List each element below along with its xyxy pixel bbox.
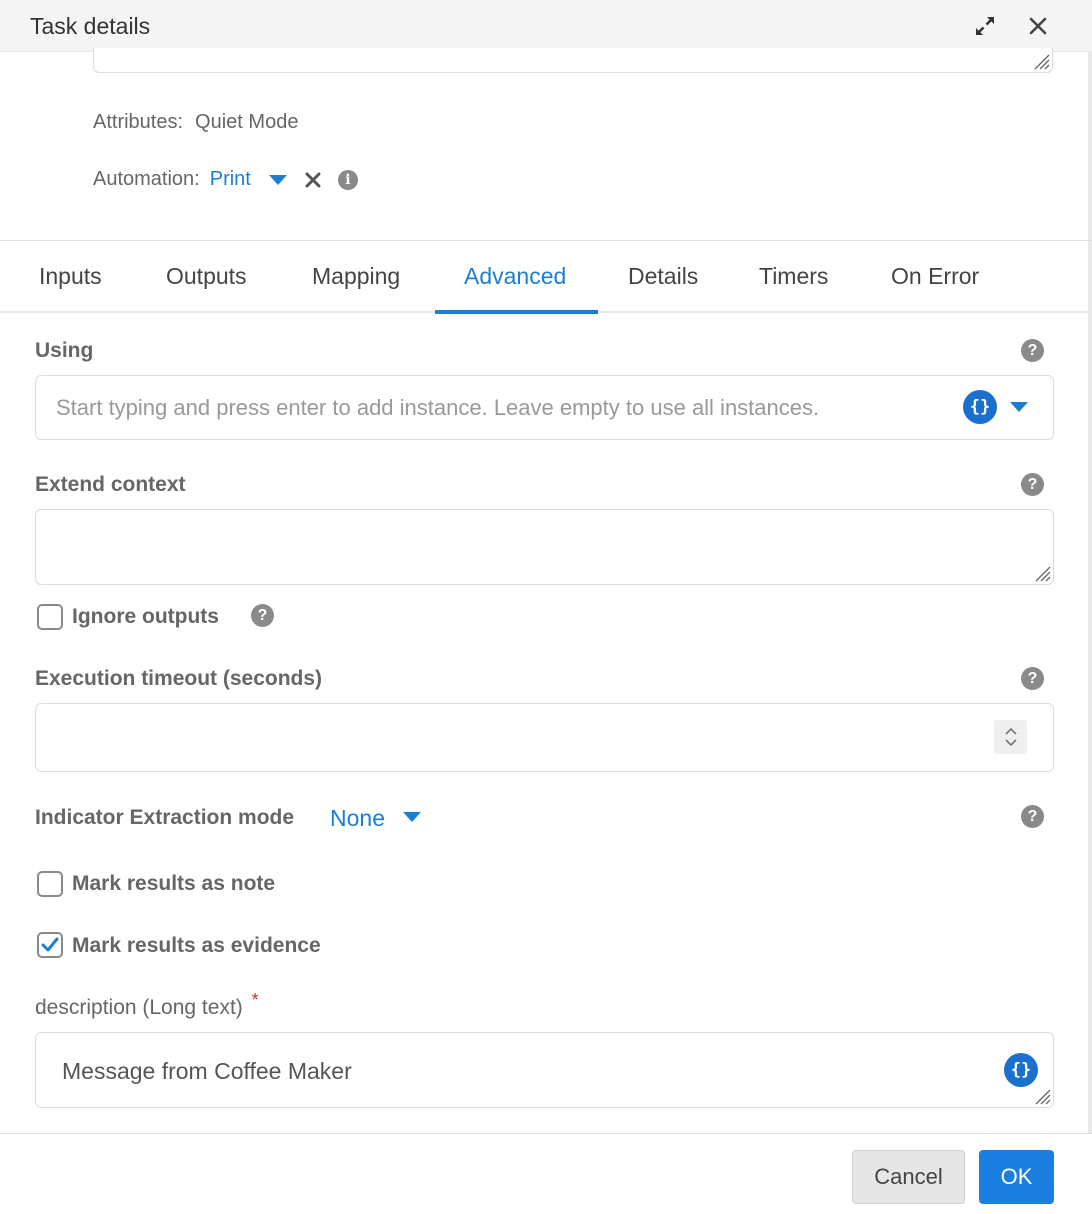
indicator-extraction-label: Indicator Extraction mode xyxy=(35,806,295,829)
attributes-row: Attributes: Quiet Mode xyxy=(93,111,298,134)
cancel-button[interactable]: Cancel xyxy=(852,1150,965,1204)
mark-note-checkbox[interactable] xyxy=(37,871,63,897)
ignore-outputs-label: Ignore outputs xyxy=(72,605,219,628)
using-input[interactable]: Start typing and press enter to add inst… xyxy=(35,375,1054,440)
help-icon[interactable]: ? xyxy=(1021,473,1044,496)
chevron-down-icon[interactable] xyxy=(1010,402,1028,412)
help-icon[interactable]: ? xyxy=(1021,667,1044,690)
attributes-value: Quiet Mode xyxy=(195,111,299,133)
info-icon[interactable]: i xyxy=(337,169,358,190)
mark-evidence-label: Mark results as evidence xyxy=(72,934,321,957)
automation-select[interactable]: Print xyxy=(210,168,251,191)
chevron-down-icon[interactable] xyxy=(403,812,421,822)
tab-outputs[interactable]: Outputs xyxy=(166,263,247,290)
help-icon[interactable]: ? xyxy=(1021,339,1044,362)
tab-bar: Inputs Outputs Mapping Advanced Details … xyxy=(0,240,1092,314)
description-label: description (Long text) * xyxy=(35,990,259,1020)
help-icon[interactable]: ? xyxy=(1021,805,1044,828)
tab-timers[interactable]: Timers xyxy=(759,263,828,290)
chevron-down-icon[interactable] xyxy=(268,174,287,185)
checkmark-icon xyxy=(41,937,59,952)
dialog-header: Task details xyxy=(0,0,1092,52)
description-textarea[interactable]: Message from Coffee Maker {} xyxy=(35,1032,1054,1108)
curly-braces-icon[interactable]: {} xyxy=(963,390,997,424)
expand-icon[interactable] xyxy=(971,12,999,40)
automation-label: Automation: xyxy=(93,168,200,190)
automation-row: Automation: Print i xyxy=(93,168,358,191)
execution-timeout-label: Execution timeout (seconds) xyxy=(35,667,323,690)
indicator-extraction-select[interactable]: None xyxy=(330,805,385,832)
required-marker: * xyxy=(251,990,259,1010)
tab-mapping[interactable]: Mapping xyxy=(312,263,400,290)
mark-note-label: Mark results as note xyxy=(72,872,276,895)
description-value: Message from Coffee Maker xyxy=(62,1058,352,1084)
attributes-label: Attributes: xyxy=(93,111,184,133)
number-stepper[interactable] xyxy=(994,720,1027,754)
using-placeholder: Start typing and press enter to add inst… xyxy=(56,395,820,420)
resize-handle-icon[interactable] xyxy=(1028,48,1050,70)
top-textarea[interactable] xyxy=(93,48,1053,73)
extend-context-textarea[interactable] xyxy=(35,509,1054,585)
tab-advanced[interactable]: Advanced xyxy=(464,263,566,290)
execution-timeout-input[interactable] xyxy=(35,703,1054,772)
description-label-text: description (Long text) xyxy=(35,996,243,1019)
dialog-title: Task details xyxy=(30,13,151,39)
using-label: Using xyxy=(35,339,94,362)
tab-inputs[interactable]: Inputs xyxy=(39,263,102,290)
tab-on-error[interactable]: On Error xyxy=(891,263,979,290)
curly-braces-icon[interactable]: {} xyxy=(1004,1053,1038,1087)
clear-automation-icon[interactable] xyxy=(305,172,321,188)
scrollbar-track[interactable] xyxy=(1088,52,1092,1133)
close-icon[interactable] xyxy=(1024,12,1052,40)
tab-details[interactable]: Details xyxy=(628,263,698,290)
active-tab-indicator xyxy=(435,310,598,314)
dialog-footer: Cancel OK xyxy=(0,1133,1092,1214)
stepper-arrows-icon[interactable] xyxy=(1004,725,1018,749)
mark-evidence-checkbox[interactable] xyxy=(37,932,63,958)
resize-handle-icon[interactable] xyxy=(1029,1083,1051,1105)
resize-handle-icon[interactable] xyxy=(1029,560,1051,582)
extend-context-label: Extend context xyxy=(35,473,186,496)
help-icon[interactable]: ? xyxy=(251,604,274,627)
ignore-outputs-checkbox[interactable] xyxy=(37,604,63,630)
ok-button[interactable]: OK xyxy=(979,1150,1054,1204)
